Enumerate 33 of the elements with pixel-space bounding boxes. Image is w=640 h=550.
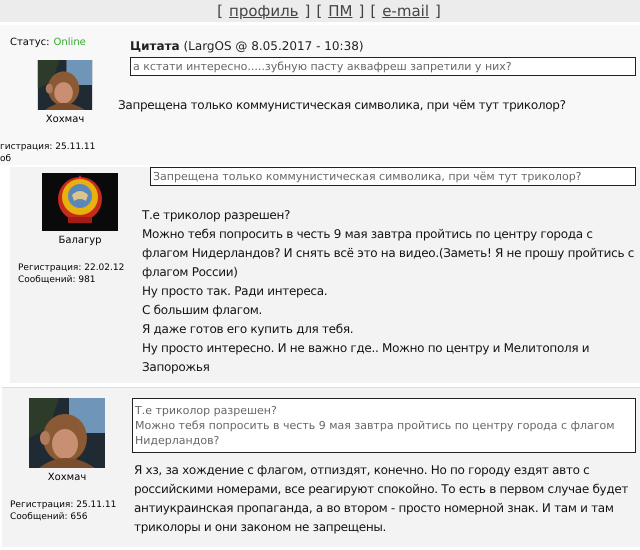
- nav-link[interactable]: ПМ: [328, 0, 352, 22]
- quote-text: Запрещена только коммунистическая символика, при чём тут триколор?: [153, 169, 583, 184]
- bracket: ]: [434, 0, 441, 22]
- bracket: [: [370, 0, 376, 22]
- post-text: Т.е триколор разрешен?: [142, 207, 292, 224]
- quote-text: Т.е триколор разрешен?: [135, 403, 278, 418]
- post-text: Я даже готов его купить для тебя.: [142, 321, 354, 338]
- user-stats: гистрация: 25.11.11: [0, 141, 96, 153]
- nav-link[interactable]: e-mail: [382, 0, 429, 22]
- post-text: С большим флагом.: [142, 302, 264, 319]
- post-text: Я хз, за хождение с флагом, отпиздят, конечно. Но по городу ездят авто с российскими номерами, все реагируют спокойно. То есть в первом случае будет антиукраинская пропаганда, а во втором - просто номерной знак. И там и там триколоры и они законом не запрещены.: [134, 462, 630, 536]
- username[interactable]: Хохмач: [46, 112, 84, 127]
- status-label: Статус:: [10, 36, 50, 50]
- status-value: Online: [54, 36, 86, 50]
- bracket: [: [316, 0, 322, 22]
- user-stats: об: [0, 153, 12, 165]
- post-text: Ну просто интересно. И не важно где.. Можно по центру и Мелитополя и Запорожья: [142, 340, 590, 376]
- post-text: Запрещена только коммунистическая символика, при чём тут триколор?: [118, 97, 567, 114]
- quote-text: Можно тебя попросить в честь 9 мая завтра пройтись по центру города с флагом Нидерландов?: [135, 418, 616, 448]
- user-stats: Регистрация: 22.02.12: [18, 262, 124, 274]
- user-stats: Регистрация: 25.11.11: [10, 499, 116, 511]
- user-stats: Сообщений: 656: [10, 511, 89, 523]
- quote-header: Цитата (LargOS @ 8.05.2017 - 10:38): [130, 38, 365, 55]
- user-stats: Сообщений: 981: [18, 274, 97, 286]
- bracket: ]: [304, 0, 310, 22]
- username[interactable]: Балагур: [58, 233, 102, 248]
- bracket: ]: [358, 0, 364, 22]
- quote-text: а кстати интересно.....зубную пасту аквафреш запретили у них?: [133, 59, 513, 74]
- username[interactable]: Хохмач: [48, 470, 86, 485]
- nav-link[interactable]: профиль: [229, 0, 299, 22]
- post-text: Ну просто так. Ради интереса.: [142, 283, 328, 300]
- post-text: Можно тебя попросить в честь 9 мая завтра пройтись по центру города с флагом Нидерландов? И снять всё это на видео.(Заметь! Я не прошу пройтись с флагом России): [142, 226, 636, 281]
- bracket: [: [217, 0, 224, 22]
